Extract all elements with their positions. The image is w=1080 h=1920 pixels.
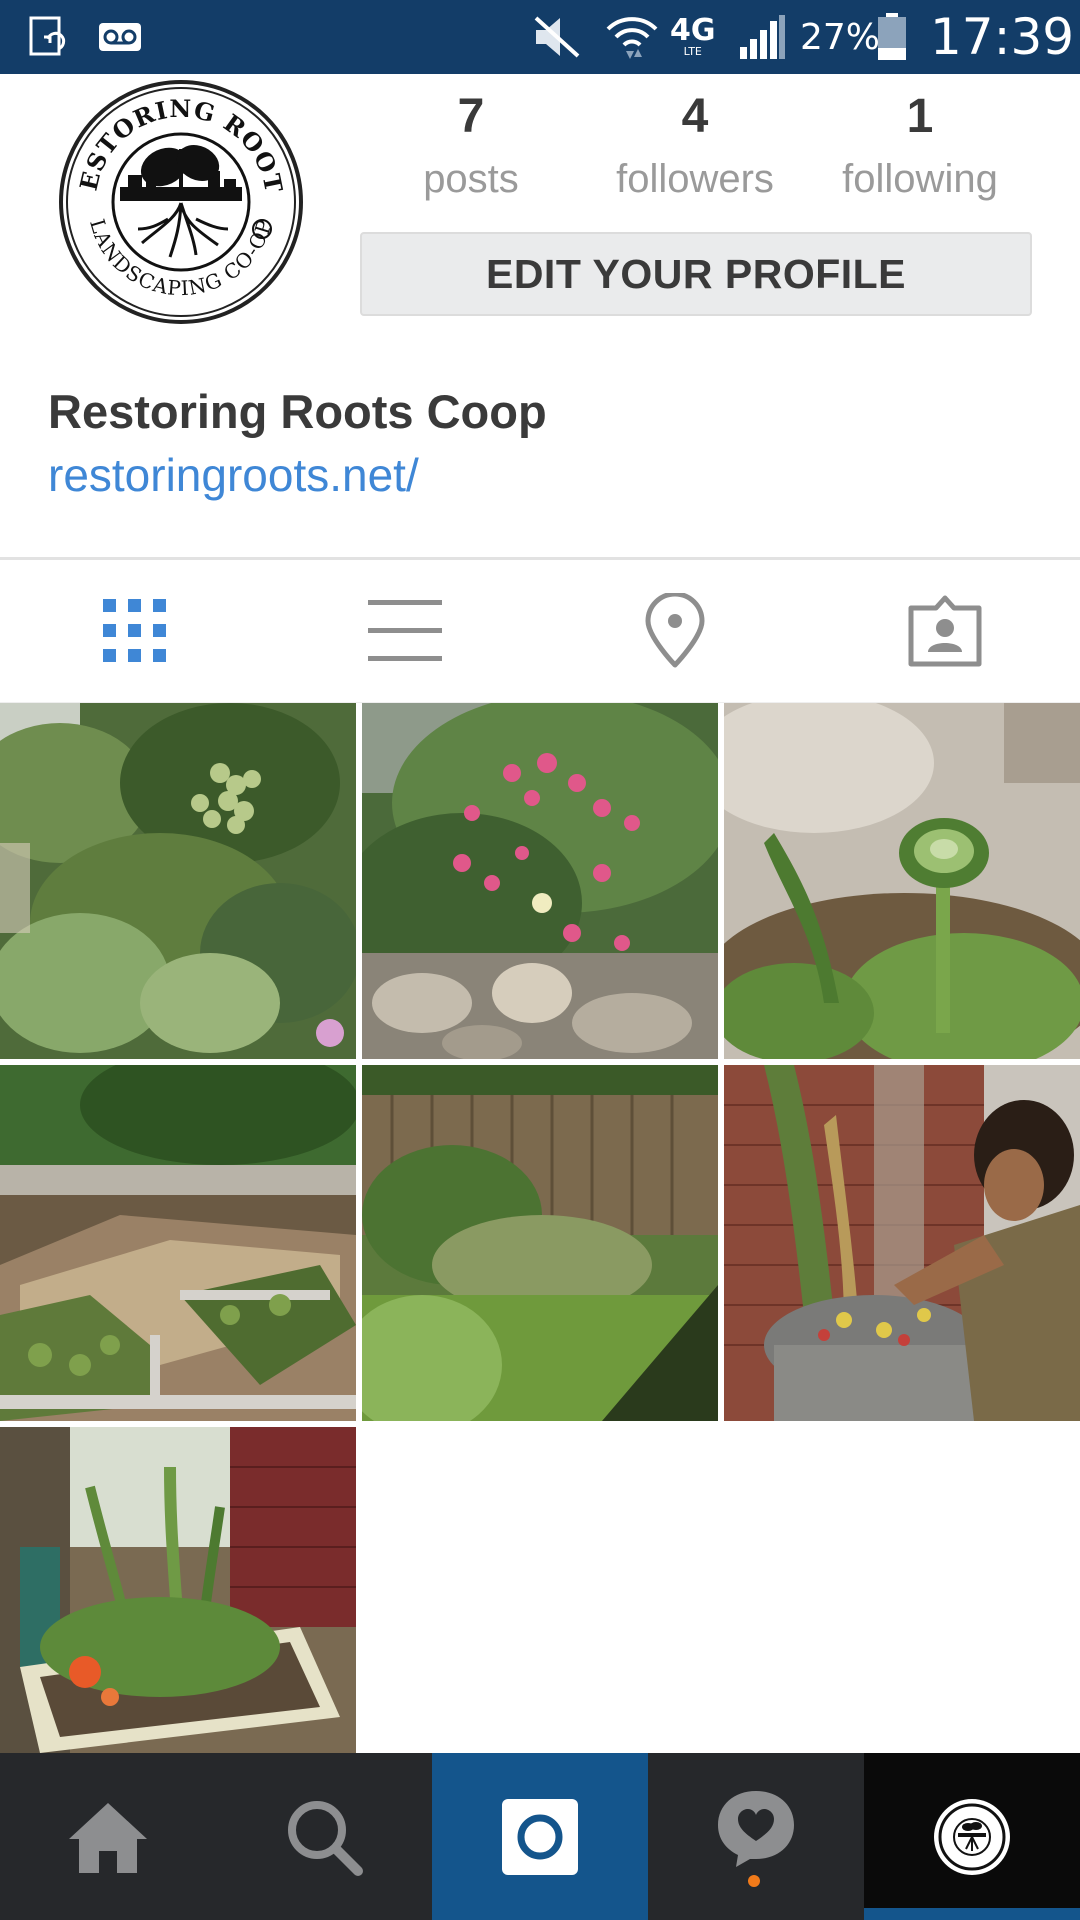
status-bar: 4G LTE 27% 17:39 bbox=[0, 0, 1080, 74]
tab-tagged-view[interactable] bbox=[810, 560, 1080, 702]
post-thumbnail-fenced-yard[interactable] bbox=[362, 1065, 718, 1421]
profile-name: Restoring Roots Coop bbox=[48, 385, 547, 438]
search-icon bbox=[288, 1800, 363, 1876]
post-thumbnail-yarrow-flowers[interactable] bbox=[362, 703, 718, 1059]
nav-home[interactable] bbox=[0, 1753, 216, 1920]
nav-profile[interactable] bbox=[864, 1753, 1080, 1920]
photo-fenced-yard bbox=[362, 1065, 718, 1421]
battery-icon bbox=[876, 0, 908, 74]
tab-grid-view[interactable] bbox=[0, 560, 270, 702]
nav-camera[interactable] bbox=[432, 1753, 648, 1920]
screen-rotate-icon bbox=[28, 0, 68, 74]
photo-flower-bud bbox=[724, 703, 1080, 1059]
network-type: 4G LTE bbox=[670, 0, 716, 74]
profile-header: RESTORING ROOTS LANDSCAPING CO-OP 7 post… bbox=[0, 56, 1080, 558]
following-count: 1 bbox=[906, 90, 934, 143]
edit-profile-button[interactable]: EDIT YOUR PROFILE bbox=[360, 232, 1032, 316]
profile-view-tabs bbox=[0, 560, 1080, 703]
photo-raised-beds bbox=[0, 1065, 356, 1421]
voicemail-icon bbox=[98, 0, 142, 74]
posts-grid bbox=[0, 703, 1080, 1753]
tab-places-view[interactable] bbox=[540, 560, 810, 702]
post-thumbnail-flower-bud[interactable] bbox=[724, 703, 1080, 1059]
followers-count: 4 bbox=[681, 90, 709, 143]
photo-yarrow-flowers bbox=[362, 703, 718, 1059]
following-label: following bbox=[842, 157, 998, 201]
profile-website-link[interactable]: restoringroots.net/ bbox=[48, 448, 419, 502]
home-icon bbox=[69, 1802, 147, 1873]
photo-grape-vines bbox=[0, 703, 356, 1059]
profile-avatar[interactable]: RESTORING ROOTS LANDSCAPING CO-OP bbox=[48, 56, 304, 325]
followers-stat[interactable]: 4 followers bbox=[585, 88, 805, 208]
location-pin-icon bbox=[645, 593, 705, 668]
posts-stat[interactable]: 7 posts bbox=[361, 88, 581, 208]
nav-search[interactable] bbox=[216, 1753, 432, 1920]
post-thumbnail-grape-vines[interactable] bbox=[0, 703, 356, 1059]
battery-percent: 27% bbox=[800, 16, 881, 58]
restoring-roots-logo: RESTORING ROOTS LANDSCAPING CO-OP bbox=[48, 56, 303, 324]
post-thumbnail-person-planting[interactable] bbox=[724, 1065, 1080, 1421]
mute-icon bbox=[532, 0, 582, 74]
posts-label: posts bbox=[423, 157, 519, 201]
bottom-navigation bbox=[0, 1753, 1080, 1920]
active-tab-indicator bbox=[864, 1908, 1080, 1920]
posts-count: 7 bbox=[457, 90, 485, 143]
grid-icon bbox=[103, 599, 166, 662]
network-sub-label: LTE bbox=[683, 45, 702, 58]
notification-dot bbox=[748, 1874, 760, 1887]
list-icon bbox=[368, 600, 442, 661]
post-thumbnail-planter-box[interactable] bbox=[0, 1427, 356, 1783]
signal-icon bbox=[738, 0, 786, 74]
photo-person-planting bbox=[724, 1065, 1080, 1421]
tab-list-view[interactable] bbox=[270, 560, 540, 702]
following-stat[interactable]: 1 following bbox=[810, 88, 1030, 208]
nav-activity[interactable] bbox=[648, 1753, 864, 1920]
post-thumbnail-raised-beds[interactable] bbox=[0, 1065, 356, 1421]
network-label: 4G bbox=[670, 13, 716, 48]
tagged-person-icon bbox=[908, 595, 982, 667]
clock: 17:39 bbox=[930, 8, 1075, 66]
followers-label: followers bbox=[616, 157, 774, 201]
camera-icon bbox=[502, 1798, 578, 1875]
wifi-icon bbox=[606, 0, 658, 74]
heart-bubble-icon bbox=[718, 1790, 794, 1887]
photo-planter-box bbox=[0, 1427, 356, 1753]
profile-avatar-icon bbox=[934, 1798, 1010, 1875]
